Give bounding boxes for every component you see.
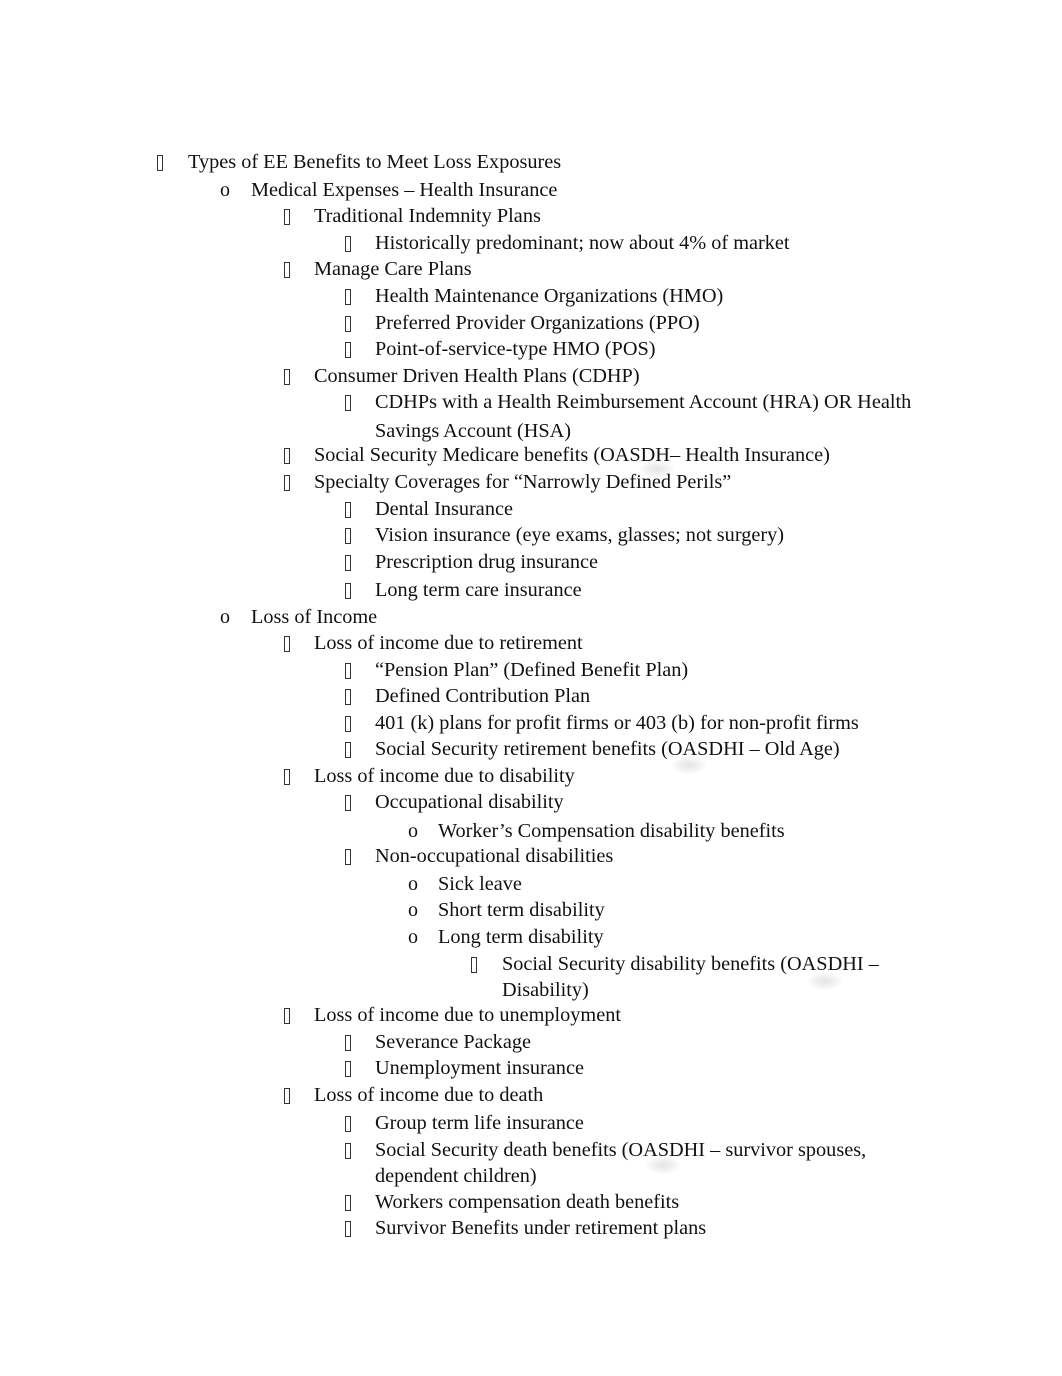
outline-item-text: Traditional Indemnity Plans	[314, 205, 541, 227]
outline-item-text: Social Security Medicare benefits (OASDH…	[314, 444, 830, 466]
outline-item-text: Sick leave	[438, 873, 522, 895]
missing-glyph-bullet-icon	[284, 203, 290, 232]
outline-item-text: Loss of income due to death	[314, 1084, 544, 1106]
outline-item-text: Loss of income due to unemployment	[314, 1004, 621, 1026]
scan-smudge	[646, 1156, 680, 1174]
circle-bullet-icon: o	[220, 606, 230, 628]
outline-item-text: Defined Contribution Plan	[375, 685, 591, 707]
missing-glyph-bullet-icon	[345, 736, 351, 765]
missing-glyph-bullet-icon	[345, 577, 351, 606]
missing-glyph-bullet-icon	[157, 149, 163, 178]
outline-item-text: Health Maintenance Organizations (HMO)	[375, 285, 724, 307]
outline-item-text: Occupational disability	[375, 791, 564, 813]
circle-bullet-icon: o	[408, 926, 418, 948]
missing-glyph-bullet-icon	[345, 389, 351, 418]
outline-item-text: CDHPs with a Health Reimbursement Accoun…	[375, 391, 912, 413]
missing-glyph-bullet-icon	[284, 630, 290, 659]
outline-item-text: Types of EE Benefits to Meet Loss Exposu…	[188, 151, 562, 173]
outline-item-text: Workers compensation death benefits	[375, 1191, 680, 1213]
missing-glyph-bullet-icon	[345, 657, 351, 686]
outline-item-text: Manage Care Plans	[314, 258, 472, 280]
outline-item-text: Consumer Driven Health Plans (CDHP)	[314, 365, 640, 387]
missing-glyph-bullet-icon	[284, 1082, 290, 1111]
outline-item-text: Unemployment insurance	[375, 1057, 584, 1079]
scan-smudge	[640, 460, 674, 478]
outline-item-text: Non-occupational disabilities	[375, 845, 614, 867]
missing-glyph-bullet-icon	[284, 763, 290, 792]
outline-item-text: 401 (k) plans for profit firms or 403 (b…	[375, 712, 859, 734]
missing-glyph-bullet-icon	[345, 683, 351, 712]
missing-glyph-bullet-icon	[345, 789, 351, 818]
missing-glyph-bullet-icon	[345, 1189, 351, 1218]
circle-bullet-icon: o	[408, 899, 418, 921]
outline-item-text: Point-of-service-type HMO (POS)	[375, 338, 656, 360]
outline-item-text: Loss of Income	[251, 606, 378, 628]
circle-bullet-icon: o	[408, 873, 418, 895]
outline-item-text: Historically predominant; now about 4% o…	[375, 232, 790, 254]
missing-glyph-bullet-icon	[345, 843, 351, 872]
missing-glyph-bullet-icon	[345, 710, 351, 739]
missing-glyph-bullet-icon	[284, 469, 290, 498]
outline-item-text: Social Security retirement benefits (OAS…	[375, 738, 840, 760]
missing-glyph-bullet-icon	[345, 496, 351, 525]
outline-item-text: Dental Insurance	[375, 498, 513, 520]
outline-item-text: Loss of income due to disability	[314, 765, 575, 787]
missing-glyph-bullet-icon	[345, 283, 351, 312]
outline-item-text: Survivor Benefits under retirement plans	[375, 1217, 707, 1239]
missing-glyph-bullet-icon	[284, 1002, 290, 1031]
outline-item-continuation: dependent children)	[375, 1165, 537, 1187]
document-page: Types of EE Benefits to Meet Loss Exposu…	[0, 0, 1062, 1376]
outline-item-continuation: Disability)	[502, 979, 589, 1001]
missing-glyph-bullet-icon	[345, 549, 351, 578]
outline-item-text: “Pension Plan” (Defined Benefit Plan)	[375, 659, 689, 681]
outline-item-text: Short term disability	[438, 899, 605, 921]
outline-item-text: Preferred Provider Organizations (PPO)	[375, 312, 700, 334]
outline-item-text: Medical Expenses – Health Insurance	[251, 179, 558, 201]
outline-item-text: Long term disability	[438, 926, 604, 948]
circle-bullet-icon: o	[220, 179, 230, 201]
missing-glyph-bullet-icon	[345, 1137, 351, 1166]
missing-glyph-bullet-icon	[284, 256, 290, 285]
outline-item-continuation: Savings Account (HSA)	[375, 420, 572, 442]
missing-glyph-bullet-icon	[345, 230, 351, 259]
scan-smudge	[808, 972, 842, 990]
missing-glyph-bullet-icon	[284, 363, 290, 392]
outline-item-text: Loss of income due to retirement	[314, 632, 583, 654]
missing-glyph-bullet-icon	[345, 1215, 351, 1244]
circle-bullet-icon: o	[408, 820, 418, 842]
outline-item-text: Worker’s Compensation disability benefit…	[438, 820, 785, 842]
outline-item-text: Prescription drug insurance	[375, 551, 599, 573]
outline-item-text: Vision insurance (eye exams, glasses; no…	[375, 524, 785, 546]
outline-item-text: Group term life insurance	[375, 1112, 584, 1134]
missing-glyph-bullet-icon	[345, 336, 351, 365]
missing-glyph-bullet-icon	[345, 1055, 351, 1084]
outline-item-text: Social Security death benefits (OASDHI –…	[375, 1139, 867, 1161]
missing-glyph-bullet-icon	[345, 1029, 351, 1058]
missing-glyph-bullet-icon	[345, 310, 351, 339]
scan-smudge	[672, 756, 706, 774]
missing-glyph-bullet-icon	[345, 522, 351, 551]
missing-glyph-bullet-icon	[471, 951, 477, 980]
missing-glyph-bullet-icon	[284, 442, 290, 471]
outline-item-text: Long term care insurance	[375, 579, 582, 601]
outline-item-text: Severance Package	[375, 1031, 531, 1053]
missing-glyph-bullet-icon	[345, 1110, 351, 1139]
